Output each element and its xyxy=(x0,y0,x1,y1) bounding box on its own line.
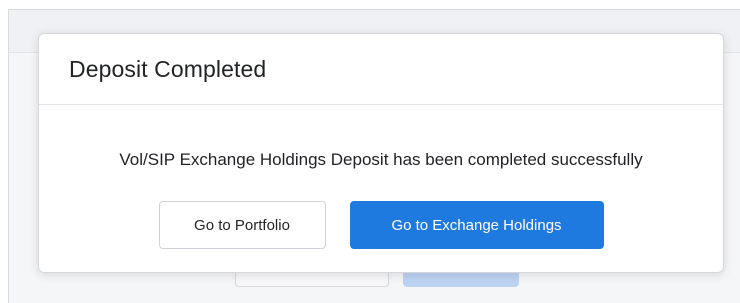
deposit-completed-dialog: Deposit Completed Vol/SIP Exchange Holdi… xyxy=(38,33,724,273)
dialog-title: Deposit Completed xyxy=(69,55,267,82)
dialog-footer: Go to Portfolio Go to Exchange Holdings xyxy=(39,201,723,249)
dialog-message: Vol/SIP Exchange Holdings Deposit has be… xyxy=(119,150,643,169)
dialog-body: Vol/SIP Exchange Holdings Deposit has be… xyxy=(39,105,723,201)
go-to-portfolio-button[interactable]: Go to Portfolio xyxy=(158,201,326,249)
go-to-exchange-holdings-button[interactable]: Go to Exchange Holdings xyxy=(349,201,604,249)
dialog-header: Deposit Completed xyxy=(39,34,723,105)
